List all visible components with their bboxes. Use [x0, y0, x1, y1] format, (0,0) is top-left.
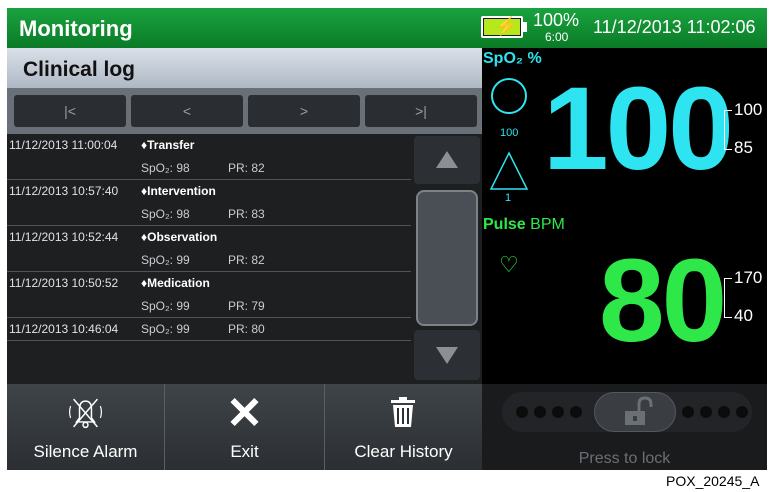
silence-alarm-label: Silence Alarm — [33, 442, 138, 461]
log-entry[interactable]: 11/12/2013 10:52:44 ♦Observation SpO₂: 9… — [7, 226, 411, 272]
clear-history-button[interactable]: Clear History — [325, 384, 482, 470]
lock-knob[interactable] — [594, 392, 676, 432]
action-bar: Silence Alarm Exit Clear History — [7, 384, 482, 470]
pulse-low-limit: 40 — [734, 306, 753, 325]
lock-label: Press to lock — [578, 450, 671, 467]
pulse-alarm-limits: 170 40 — [722, 268, 762, 338]
device-screen: Monitoring ⚡ 100% 6:00 11/12/2013 11:02:… — [7, 8, 767, 470]
log-time: 11/12/2013 10:52:44 — [9, 230, 119, 244]
log-pr: PR: 83 — [228, 207, 265, 221]
log-entry[interactable]: 11/12/2013 10:57:40 ♦Intervention SpO₂: … — [7, 180, 411, 226]
x-icon — [230, 397, 259, 427]
last-page-button[interactable]: >| — [365, 95, 477, 127]
arrow-down-icon — [436, 347, 458, 364]
lock-panel: Press to lock — [482, 384, 767, 470]
heart-icon: ♡ — [499, 252, 519, 277]
prev-page-button[interactable]: < — [131, 95, 243, 127]
log-time: 11/12/2013 10:50:52 — [9, 276, 119, 290]
log-pr: PR: 82 — [228, 161, 265, 175]
next-page-button[interactable]: > — [248, 95, 360, 127]
log-entry[interactable]: 11/12/2013 10:50:52 ♦Medication SpO₂: 99… — [7, 272, 411, 318]
log-spo2: SpO₂: 99 — [141, 299, 190, 313]
log-list: 11/12/2013 11:00:04 ♦Transfer SpO₂: 98 P… — [7, 134, 482, 384]
pulse-label-text: Pulse — [483, 216, 526, 233]
pulse-amplitude-circle-icon — [491, 78, 527, 114]
pulse-value: 80 — [599, 235, 727, 367]
exit-button[interactable]: Exit — [165, 384, 325, 470]
clear-history-label: Clear History — [354, 442, 453, 461]
log-pr: PR: 82 — [228, 253, 265, 267]
silence-alarm-button[interactable]: Silence Alarm — [7, 384, 165, 470]
log-event: ♦Intervention — [141, 184, 216, 198]
spo2-label: SpO₂ % — [483, 50, 542, 67]
log-pr: PR: 80 — [228, 322, 265, 336]
trash-icon — [391, 397, 415, 427]
log-time: 11/12/2013 11:00:04 — [9, 138, 118, 152]
unlocked-padlock-icon — [625, 396, 653, 425]
log-spo2: SpO₂: 98 — [141, 161, 190, 175]
log-time: 11/12/2013 10:46:04 — [9, 322, 119, 336]
pulse-label-unit: BPM — [530, 216, 565, 233]
spo2-high-limit: 100 — [734, 100, 763, 119]
first-page-button[interactable]: |< — [14, 95, 126, 127]
log-time: 11/12/2013 10:57:40 — [9, 184, 119, 198]
log-entry[interactable]: 11/12/2013 11:00:04 ♦Transfer SpO₂: 98 P… — [7, 134, 411, 180]
datetime: 11/12/2013 11:02:06 — [593, 17, 756, 37]
bell-silence-icon — [69, 398, 102, 429]
log-pr: PR: 79 — [228, 299, 265, 313]
spo2-alarm-limits: 100 85 — [722, 100, 762, 170]
spo2-triangle-value: 1 — [505, 192, 512, 204]
pulse-high-limit: 170 — [734, 268, 763, 287]
spo2-circle-value: 100 — [500, 127, 519, 139]
log-nav-bar: |< < > >| — [7, 88, 482, 134]
scroll-down-button[interactable] — [414, 330, 480, 380]
exit-label: Exit — [230, 442, 259, 461]
log-spo2: SpO₂: 99 — [141, 322, 190, 336]
log-header: Clinical log — [7, 48, 482, 88]
scrollbar-thumb[interactable] — [416, 190, 478, 326]
spo2-value: 100 — [543, 63, 734, 195]
battery-charging-icon: ⚡ — [481, 16, 527, 38]
top-bar: Monitoring ⚡ 100% 6:00 11/12/2013 11:02:… — [7, 8, 767, 48]
log-title: Clinical log — [23, 58, 136, 81]
log-spo2: SpO₂: 98 — [141, 207, 190, 221]
battery-percent: 100% — [533, 10, 580, 30]
scroll-up-button[interactable] — [414, 136, 480, 184]
arrow-up-icon — [436, 151, 458, 168]
log-event: ♦Medication — [141, 276, 210, 290]
perfusion-triangle-icon — [489, 151, 529, 190]
log-spo2: SpO₂: 99 — [141, 253, 190, 267]
lock-slider[interactable] — [502, 392, 752, 432]
battery-time: 6:00 — [545, 30, 569, 44]
screen-title: Monitoring — [19, 16, 133, 41]
figure-code: POX_20245_A — [666, 473, 760, 489]
spo2-low-limit: 85 — [734, 138, 753, 157]
log-event: ♦Observation — [141, 230, 218, 244]
log-entry[interactable]: 11/12/2013 10:46:04 SpO₂: 99 PR: 80 — [7, 318, 411, 341]
log-event: ♦Transfer — [141, 138, 195, 152]
pulse-label: Pulse BPM — [483, 216, 565, 234]
